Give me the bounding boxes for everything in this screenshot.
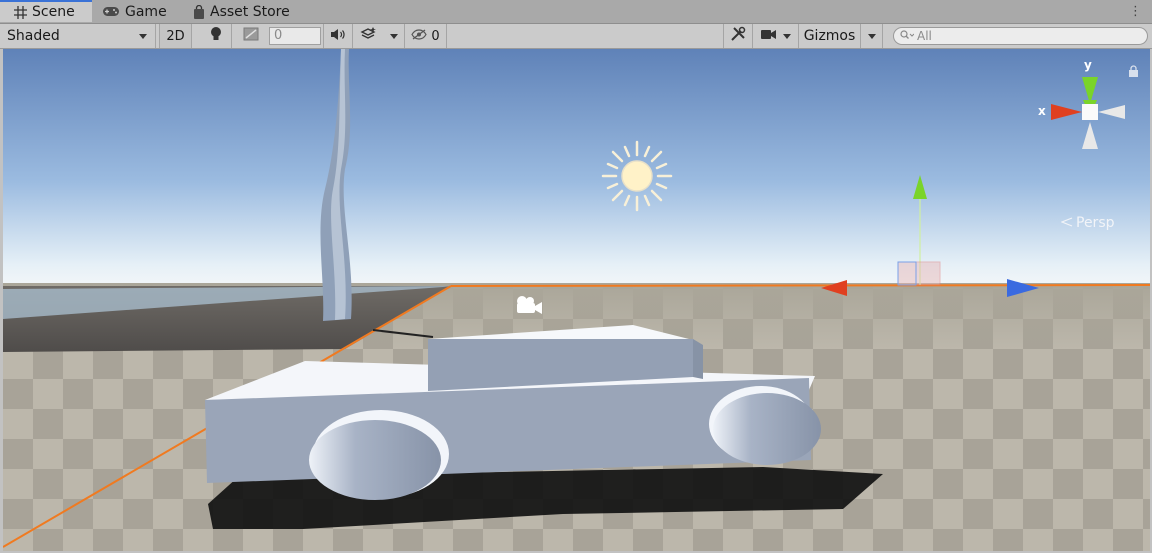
chevron-down-icon <box>867 33 876 39</box>
more-options-icon[interactable]: ⋮ <box>1129 4 1142 19</box>
search-icon <box>900 29 915 43</box>
tab-game[interactable]: Game <box>102 0 167 23</box>
audio-toggle[interactable] <box>323 24 353 48</box>
projection-toggle[interactable]: Persp <box>1060 215 1115 231</box>
gizmos-dropdown[interactable] <box>861 24 883 48</box>
eye-slash-icon <box>411 28 428 44</box>
sun-icon <box>601 140 673 212</box>
snap-icon <box>243 27 259 45</box>
gizmos-label: Gizmos <box>803 28 856 44</box>
gizmos-button[interactable]: Gizmos <box>799 24 861 48</box>
shopping-bag-icon <box>193 4 205 19</box>
tools-toggle[interactable] <box>723 24 753 48</box>
tab-label: Asset Store <box>210 3 290 20</box>
perspective-icon <box>1060 215 1073 231</box>
gizmo-x-label: x <box>1038 104 1046 118</box>
chevron-down-icon <box>389 33 398 39</box>
grid-snap-value: 0 <box>274 28 283 43</box>
hidden-count: 0 <box>431 28 440 44</box>
draw-mode-dropdown[interactable]: Shaded <box>0 24 156 48</box>
scene-viewport[interactable]: x y Persp <box>3 49 1150 551</box>
tab-label: Game <box>125 3 167 20</box>
lightbulb-icon <box>210 26 222 46</box>
gamepad-icon <box>102 6 120 17</box>
camera-button[interactable] <box>753 24 799 48</box>
chevron-down-icon <box>782 33 791 39</box>
grid-snap-toggle[interactable] <box>235 24 267 48</box>
grid-icon <box>14 5 27 19</box>
tab-bar: Scene Game Asset Store ⋮ <box>0 0 1152 24</box>
draw-mode-label: Shaded <box>7 28 60 44</box>
video-camera-icon <box>760 29 777 44</box>
grid-snap-value-field[interactable]: 0 <box>269 27 321 45</box>
effects-toggle[interactable] <box>353 24 383 48</box>
search-input[interactable]: All <box>893 27 1148 45</box>
mode-2d-label: 2D <box>166 28 185 44</box>
speaker-icon <box>330 28 346 45</box>
layers-icon <box>359 27 377 45</box>
mode-2d-toggle[interactable]: 2D <box>160 24 192 48</box>
tools-icon <box>730 26 746 46</box>
lighting-toggle[interactable] <box>200 24 232 48</box>
search-placeholder: All <box>917 29 932 43</box>
gizmo-y-label: y <box>1084 58 1092 72</box>
scene-render <box>3 49 1150 551</box>
scene-toolbar: Shaded 2D 0 0 Gizmos All <box>0 24 1152 49</box>
tab-asset-store[interactable]: Asset Store <box>193 0 290 23</box>
tab-label: Scene <box>32 4 75 20</box>
effects-dropdown[interactable] <box>383 24 405 48</box>
hidden-objects-toggle[interactable]: 0 <box>405 24 447 48</box>
chevron-down-icon <box>139 33 147 39</box>
projection-label: Persp <box>1076 215 1115 231</box>
tab-scene[interactable]: Scene <box>0 0 92 22</box>
